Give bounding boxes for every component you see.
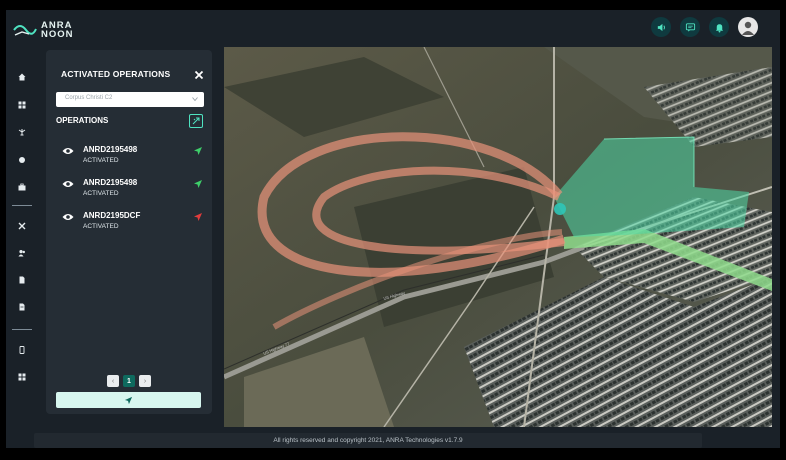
notifications-button[interactable] xyxy=(709,17,729,37)
location-select-value: Corpus Christi C2 xyxy=(65,95,113,101)
copyright-text: All rights reserved and copyright 2021, … xyxy=(273,437,463,444)
send-arrow-icon[interactable] xyxy=(193,146,203,156)
operation-id: ANRD2195498 xyxy=(83,145,138,154)
drone-icon xyxy=(18,129,26,136)
footer: All rights reserved and copyright 2021, … xyxy=(34,433,702,448)
sidebar-item-reports[interactable] xyxy=(16,301,28,313)
drone-logo-icon xyxy=(13,25,37,36)
close-icon xyxy=(194,70,204,80)
operation-id: ANRD2195498 xyxy=(83,178,138,187)
pagination: ‹ 1 › xyxy=(107,375,155,387)
sidebar-divider xyxy=(12,329,32,330)
grid-icon xyxy=(18,101,26,109)
send-operations-button[interactable] xyxy=(56,392,201,408)
sidebar-item-status[interactable] xyxy=(16,154,28,166)
operations-label: OPERATIONS xyxy=(56,116,109,125)
pagination-current-page[interactable]: 1 xyxy=(123,375,135,387)
operations-action-button[interactable] xyxy=(189,114,203,128)
users-icon xyxy=(18,250,25,257)
sidebar-item-drones[interactable] xyxy=(16,126,28,138)
send-arrow-icon[interactable] xyxy=(193,179,203,189)
chat-button[interactable] xyxy=(680,17,700,37)
speaker-icon xyxy=(657,23,665,31)
header-actions xyxy=(642,17,758,37)
operation-status: ACTIVATED xyxy=(83,157,119,164)
logo-text: ANRA NOON xyxy=(41,21,74,40)
operation-id: ANRD2195DCF xyxy=(83,211,141,220)
apps-icon xyxy=(18,373,26,381)
user-icon xyxy=(742,21,754,35)
speaker-button[interactable] xyxy=(651,17,671,37)
sidebar-item-apps[interactable] xyxy=(16,371,28,383)
operation-status: ACTIVATED xyxy=(83,223,119,230)
sidebar-item-dashboard[interactable] xyxy=(16,99,28,111)
drone-launch-icon xyxy=(192,117,200,125)
anra-logo[interactable]: ANRA NOON xyxy=(12,20,74,40)
activated-operations-panel: ACTIVATED OPERATIONS Corpus Christi C2 O… xyxy=(46,50,212,414)
pagination-next[interactable]: › xyxy=(139,375,151,387)
chat-icon xyxy=(685,22,695,32)
top-bar: ANRA NOON xyxy=(6,10,780,46)
bell-icon xyxy=(715,23,723,33)
sidebar-divider xyxy=(12,205,32,206)
sidebar-item-users[interactable] xyxy=(16,247,28,259)
logo-line2: NOON xyxy=(41,29,74,40)
mobile-icon xyxy=(19,346,25,354)
map-view[interactable]: US Highway US Highway 77 xyxy=(224,47,772,427)
panel-title: ACTIVATED OPERATIONS xyxy=(61,69,171,79)
sidebar-item-home[interactable] xyxy=(16,71,28,83)
operation-item[interactable]: ANRD2195498 ACTIVATED xyxy=(56,178,206,204)
sidebar-item-mobile[interactable] xyxy=(16,344,28,356)
document-icon xyxy=(19,276,25,284)
briefcase-icon xyxy=(18,183,26,191)
send-arrow-icon[interactable] xyxy=(193,212,203,222)
app-window: ANRA NOON ACTIVATED OPERATIONS Corpus Ch… xyxy=(6,10,780,448)
chevron-down-icon xyxy=(192,97,198,102)
operation-item[interactable]: ANRD2195498 ACTIVATED xyxy=(56,145,206,171)
sidebar-item-tools[interactable] xyxy=(16,220,28,232)
home-icon xyxy=(18,73,26,81)
drone-marker[interactable] xyxy=(554,203,566,215)
sidebar-item-documents[interactable] xyxy=(16,274,28,286)
user-avatar[interactable] xyxy=(738,17,758,37)
eye-icon[interactable] xyxy=(62,147,74,155)
circle-icon xyxy=(19,157,25,163)
sidebar-item-operations[interactable] xyxy=(16,181,28,193)
eye-icon[interactable] xyxy=(62,213,74,221)
satellite-map[interactable]: US Highway US Highway 77 xyxy=(224,47,772,427)
operation-item[interactable]: ANRD2195DCF ACTIVATED xyxy=(56,211,206,237)
tools-icon xyxy=(18,222,26,230)
location-select[interactable]: Corpus Christi C2 xyxy=(56,92,204,107)
close-button[interactable] xyxy=(194,67,204,80)
send-arrow-icon xyxy=(124,396,133,404)
pagination-prev[interactable]: ‹ xyxy=(107,375,119,387)
eye-icon[interactable] xyxy=(62,180,74,188)
operation-status: ACTIVATED xyxy=(83,190,119,197)
report-icon xyxy=(19,303,25,311)
